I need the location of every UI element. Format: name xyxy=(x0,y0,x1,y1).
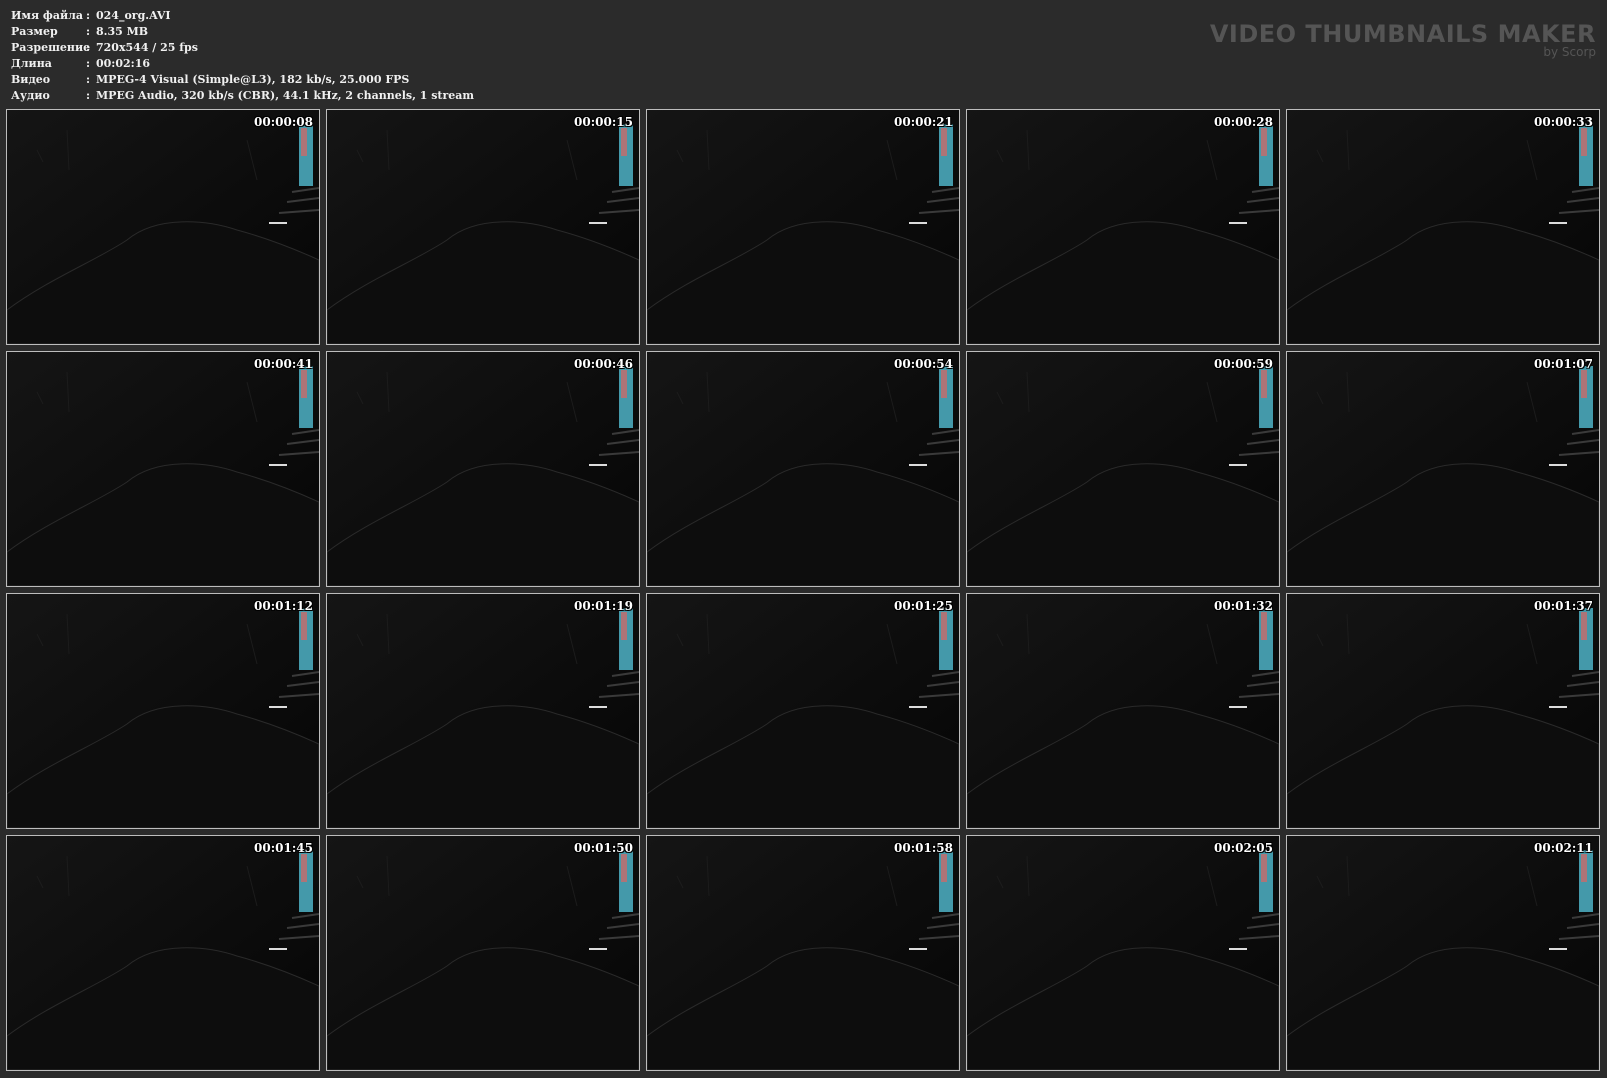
video-thumbnail: 00:00:15 xyxy=(326,109,640,345)
info-separator: : xyxy=(86,89,91,102)
info-row-filename: Имя файла : 024_org.AVI xyxy=(11,8,474,24)
video-thumbnail: 00:01:50 xyxy=(326,835,640,1071)
video-thumbnail: 00:01:12 xyxy=(6,593,320,829)
info-separator: : xyxy=(86,57,91,70)
video-thumbnail: 00:02:11 xyxy=(1286,835,1600,1071)
file-info-panel: Имя файла : 024_org.AVI Размер : 8.35 MB… xyxy=(11,8,474,104)
video-thumbnail: 00:00:33 xyxy=(1286,109,1600,345)
video-frame-image xyxy=(7,352,319,586)
video-thumbnail: 00:00:54 xyxy=(646,351,960,587)
video-thumbnail: 00:00:59 xyxy=(966,351,1280,587)
thumbnail-timestamp: 00:00:54 xyxy=(894,357,953,371)
video-frame-image xyxy=(1287,352,1599,586)
video-frame-image xyxy=(1287,110,1599,344)
video-frame-image xyxy=(647,594,959,828)
thumbnail-timestamp: 00:01:12 xyxy=(254,599,313,613)
thumbnail-timestamp: 00:00:41 xyxy=(254,357,313,371)
thumbnail-timestamp: 00:01:07 xyxy=(1534,357,1593,371)
video-frame-image xyxy=(7,836,319,1070)
info-value: 00:02:16 xyxy=(96,57,151,70)
video-frame-image xyxy=(327,352,639,586)
video-frame-image xyxy=(7,594,319,828)
info-label: Видео xyxy=(11,73,51,86)
video-thumbnail: 00:00:21 xyxy=(646,109,960,345)
video-thumbnail: 00:00:46 xyxy=(326,351,640,587)
video-thumbnail: 00:01:58 xyxy=(646,835,960,1071)
info-row-audio: Аудио : MPEG Audio, 320 kb/s (CBR), 44.1… xyxy=(11,88,474,104)
thumbnail-timestamp: 00:00:59 xyxy=(1214,357,1273,371)
video-frame-image xyxy=(967,110,1279,344)
info-value: 024_org.AVI xyxy=(96,9,171,22)
thumbnail-timestamp: 00:01:32 xyxy=(1214,599,1273,613)
video-frame-image xyxy=(327,110,639,344)
video-frame-image xyxy=(967,352,1279,586)
brand-watermark: VIDEO THUMBNAILS MAKER by Scorp xyxy=(1210,21,1596,59)
info-label: Длина xyxy=(11,57,52,70)
video-thumbnail: 00:01:25 xyxy=(646,593,960,829)
video-frame-image xyxy=(647,836,959,1070)
info-label: Разрешение xyxy=(11,41,91,54)
video-frame-image xyxy=(967,594,1279,828)
thumbnail-timestamp: 00:01:19 xyxy=(574,599,633,613)
thumbnail-grid: 00:00:08 00:00:15 00:00:21 00:00:28 00:00:33… xyxy=(6,109,1600,1071)
video-thumbnail: 00:00:41 xyxy=(6,351,320,587)
thumbnail-timestamp: 00:01:37 xyxy=(1534,599,1593,613)
video-thumbnail: 00:00:28 xyxy=(966,109,1280,345)
info-separator: : xyxy=(86,9,91,22)
video-frame-image xyxy=(1287,594,1599,828)
thumbnail-timestamp: 00:00:33 xyxy=(1534,115,1593,129)
brand-title: VIDEO THUMBNAILS MAKER xyxy=(1209,20,1596,48)
thumbnail-timestamp: 00:00:28 xyxy=(1214,115,1273,129)
info-value: MPEG Audio, 320 kb/s (CBR), 44.1 kHz, 2 … xyxy=(96,89,475,102)
thumbnail-timestamp: 00:02:05 xyxy=(1214,841,1273,855)
video-frame-image xyxy=(967,836,1279,1070)
info-separator: : xyxy=(86,73,91,86)
info-label: Аудио xyxy=(11,89,50,102)
thumbnail-timestamp: 00:01:25 xyxy=(894,599,953,613)
video-thumbnail: 00:00:08 xyxy=(6,109,320,345)
video-thumbnail: 00:01:45 xyxy=(6,835,320,1071)
info-row-resolution: Разрешение : 720x544 / 25 fps xyxy=(11,40,474,56)
video-thumbnail: 00:02:05 xyxy=(966,835,1280,1071)
video-frame-image xyxy=(327,594,639,828)
thumbnail-sheet: Имя файла : 024_org.AVI Размер : 8.35 MB… xyxy=(0,0,1607,1078)
info-row-video: Видео : MPEG-4 Visual (Simple@L3), 182 k… xyxy=(11,72,474,88)
info-value: MPEG-4 Visual (Simple@L3), 182 kb/s, 25.… xyxy=(96,73,410,86)
thumbnail-timestamp: 00:00:15 xyxy=(574,115,633,129)
info-label: Имя файла xyxy=(11,9,83,22)
video-thumbnail: 00:01:07 xyxy=(1286,351,1600,587)
info-value: 720x544 / 25 fps xyxy=(96,41,198,54)
info-row-duration: Длина : 00:02:16 xyxy=(11,56,474,72)
info-separator: : xyxy=(86,41,91,54)
video-thumbnail: 00:01:32 xyxy=(966,593,1280,829)
video-frame-image xyxy=(7,110,319,344)
thumbnail-timestamp: 00:01:58 xyxy=(894,841,953,855)
thumbnail-timestamp: 00:00:08 xyxy=(254,115,313,129)
info-value: 8.35 MB xyxy=(96,25,149,38)
video-thumbnail: 00:01:37 xyxy=(1286,593,1600,829)
video-frame-image xyxy=(647,110,959,344)
video-frame-image xyxy=(1287,836,1599,1070)
thumbnail-timestamp: 00:01:45 xyxy=(254,841,313,855)
video-frame-image xyxy=(327,836,639,1070)
info-label: Размер xyxy=(11,25,58,38)
thumbnail-timestamp: 00:00:46 xyxy=(574,357,633,371)
thumbnail-timestamp: 00:02:11 xyxy=(1534,841,1593,855)
video-frame-image xyxy=(647,352,959,586)
info-row-size: Размер : 8.35 MB xyxy=(11,24,474,40)
info-separator: : xyxy=(86,25,91,38)
thumbnail-timestamp: 00:01:50 xyxy=(574,841,633,855)
video-thumbnail: 00:01:19 xyxy=(326,593,640,829)
thumbnail-timestamp: 00:00:21 xyxy=(894,115,953,129)
